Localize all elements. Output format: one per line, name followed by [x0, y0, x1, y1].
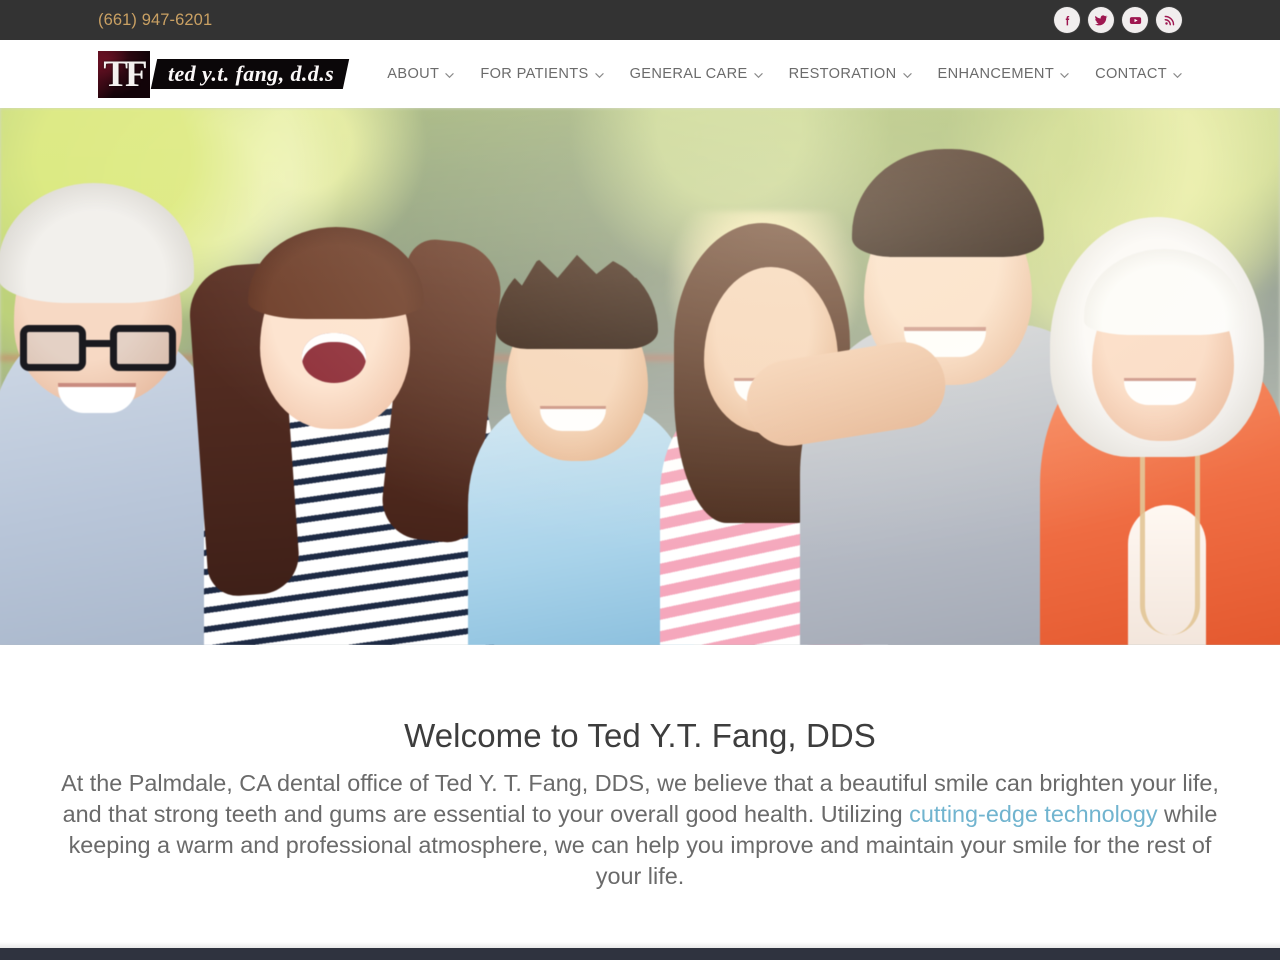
cutting-edge-technology-link[interactable]: cutting-edge technology: [909, 801, 1157, 827]
top-utility-bar: (661) 947-6201: [0, 0, 1280, 40]
hero-person-grandmother: [1040, 165, 1280, 645]
welcome-section: Welcome to Ted Y.T. Fang, DDS At the Pal…: [0, 645, 1280, 892]
nav-item-enhancement[interactable]: ENHANCEMENT: [925, 67, 1083, 82]
rss-icon[interactable]: [1156, 7, 1182, 33]
chevron-down-icon: [753, 71, 763, 80]
logo-monogram-icon: TF: [98, 50, 150, 98]
hero-person-mother: [186, 145, 506, 645]
main-navigation: ABOUT FOR PATIENTS GENERAL CARE RESTORAT…: [374, 67, 1182, 82]
chevron-down-icon: [1060, 71, 1069, 80]
phone-link[interactable]: (661) 947-6201: [98, 11, 212, 30]
site-header: TF ted y.t. fang, d.d.s ABOUT FOR PATIEN…: [0, 40, 1280, 108]
footer-bar: [0, 948, 1280, 960]
facebook-icon[interactable]: [1054, 7, 1080, 33]
nav-item-about[interactable]: ABOUT: [374, 67, 467, 82]
logo-monogram-text: TF: [103, 53, 147, 95]
chevron-down-icon: [1173, 71, 1182, 80]
youtube-icon[interactable]: [1122, 7, 1148, 33]
nav-item-restoration[interactable]: RESTORATION: [776, 67, 925, 82]
chevron-down-icon: [594, 71, 604, 80]
site-logo[interactable]: TF ted y.t. fang, d.d.s: [98, 50, 350, 98]
nav-label: GENERAL CARE: [629, 65, 748, 82]
nav-label: CONTACT: [1095, 65, 1167, 82]
nav-item-general-care[interactable]: GENERAL CARE: [617, 67, 776, 82]
chevron-down-icon: [902, 71, 912, 80]
chevron-down-icon: [445, 71, 455, 80]
nav-label: RESTORATION: [788, 65, 897, 82]
nav-item-for-patients[interactable]: FOR PATIENTS: [467, 67, 616, 82]
nav-label: ABOUT: [387, 65, 440, 82]
twitter-icon[interactable]: [1088, 7, 1114, 33]
social-links: [1054, 7, 1182, 33]
logo-wordmark: ted y.t. fang, d.d.s: [150, 59, 350, 89]
page-root: (661) 947-6201 TF ted y.t. fang, d.d.s A…: [0, 0, 1280, 960]
nav-item-contact[interactable]: CONTACT: [1082, 67, 1182, 82]
logo-wordmark-text: ted y.t. fang, d.d.s: [168, 61, 335, 86]
page-title: Welcome to Ted Y.T. Fang, DDS: [404, 717, 876, 754]
welcome-paragraph: At the Palmdale, CA dental office of Ted…: [56, 768, 1224, 892]
hero-banner-image: [0, 108, 1280, 645]
nav-label: FOR PATIENTS: [480, 65, 589, 82]
nav-label: ENHANCEMENT: [937, 65, 1055, 82]
